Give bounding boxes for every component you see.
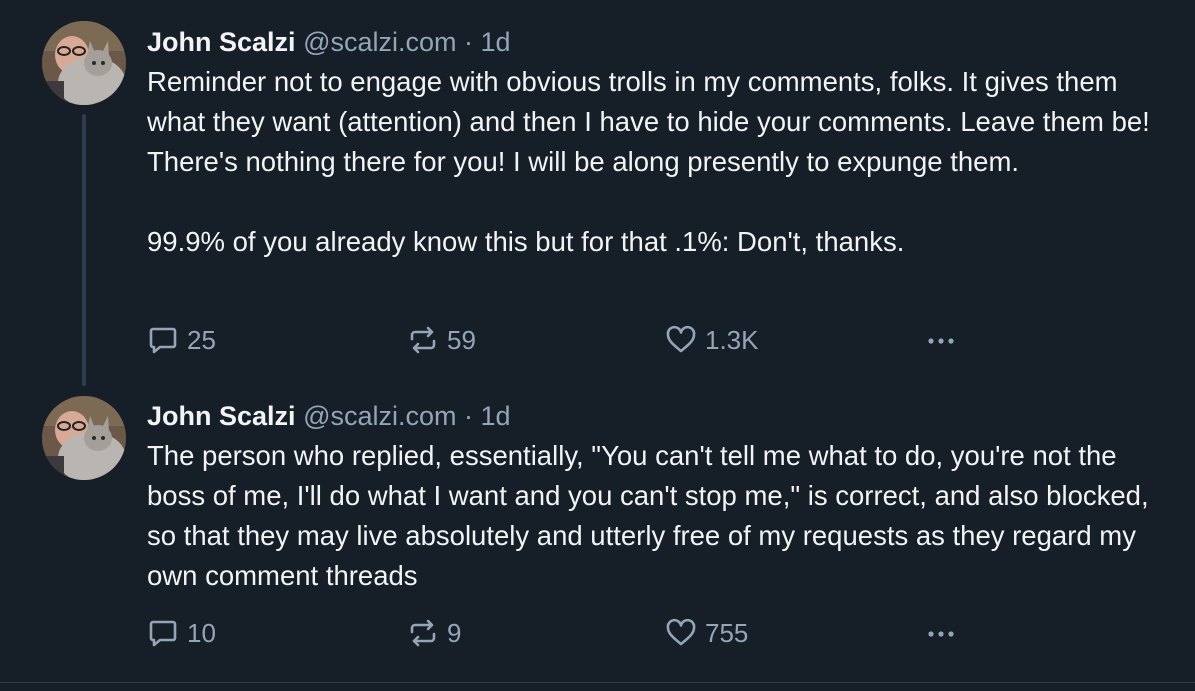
heart-icon <box>666 325 696 353</box>
post-header: John Scalzi @scalzi.com · 1d <box>147 398 1167 434</box>
author-name[interactable]: John Scalzi <box>147 27 296 57</box>
more-options-button[interactable] <box>923 322 959 358</box>
reply-button[interactable]: 25 <box>147 322 216 358</box>
repost-icon <box>410 326 436 354</box>
post-text: Reminder not to engage with obvious trol… <box>147 66 1150 257</box>
like-count: 1.3K <box>705 324 759 355</box>
repost-button[interactable]: 9 <box>407 615 461 651</box>
repost-icon <box>410 619 436 647</box>
separator-dot: · <box>464 401 474 431</box>
avatar[interactable] <box>42 396 126 480</box>
post-actions: 25 59 1.3K <box>147 322 987 358</box>
post-content: John Scalzi @scalzi.com · 1d Reminder no… <box>147 24 1167 262</box>
post-content: John Scalzi @scalzi.com · 1d The person … <box>147 398 1167 596</box>
heart-icon <box>666 618 696 646</box>
author-name[interactable]: John Scalzi <box>147 401 296 431</box>
like-button[interactable]: 755 <box>665 615 748 651</box>
post[interactable]: John Scalzi @scalzi.com · 1d The person … <box>0 386 1195 682</box>
post-text: The person who replied, essentially, "Yo… <box>147 440 1157 591</box>
author-handle[interactable]: @scalzi.com <box>303 401 456 431</box>
reply-icon <box>149 620 177 647</box>
avatar[interactable] <box>42 21 126 105</box>
more-icon <box>928 338 954 344</box>
feed-divider <box>0 682 1195 683</box>
avatar-photo <box>42 396 126 480</box>
repost-button[interactable]: 59 <box>407 322 476 358</box>
repost-count: 9 <box>447 617 462 648</box>
post[interactable]: John Scalzi @scalzi.com · 1d Reminder no… <box>0 0 1195 386</box>
like-count: 755 <box>705 617 749 648</box>
more-options-button[interactable] <box>923 615 959 651</box>
post-timestamp[interactable]: 1d <box>481 401 511 431</box>
author-handle[interactable]: @scalzi.com <box>303 27 456 57</box>
reply-count: 10 <box>187 617 216 648</box>
reply-button[interactable]: 10 <box>147 615 216 651</box>
avatar-photo <box>42 21 126 105</box>
post-actions: 10 9 755 <box>147 615 987 651</box>
reply-count: 25 <box>187 324 216 355</box>
post-header: John Scalzi @scalzi.com · 1d <box>147 24 1167 60</box>
repost-count: 59 <box>447 324 476 355</box>
post-timestamp[interactable]: 1d <box>481 27 511 57</box>
separator-dot: · <box>464 27 474 57</box>
thread-line <box>82 114 86 386</box>
reply-icon <box>149 327 177 354</box>
like-button[interactable]: 1.3K <box>665 322 759 358</box>
more-icon <box>928 631 954 637</box>
